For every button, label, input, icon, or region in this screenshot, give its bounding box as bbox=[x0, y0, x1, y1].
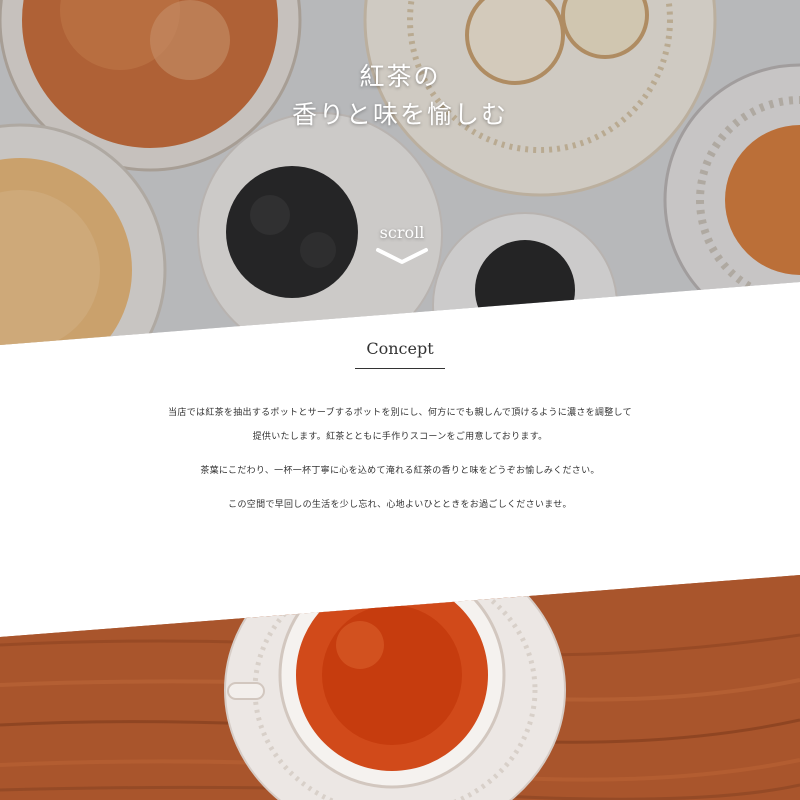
concept-paragraph-3: この空間で早回しの生活を少し忘れ、心地よいひとときをお過ごしくださいませ。 bbox=[228, 500, 572, 510]
concept-paragraph-1: 当店では紅茶を抽出するポットとサーブするポットを別にし、何方にでも親しんで頂ける… bbox=[168, 408, 632, 442]
concept-heading: Concept bbox=[355, 338, 445, 369]
concept-body: 当店では紅茶を抽出するポットとサーブするポットを別にし、何方にでも親しんで頂ける… bbox=[165, 401, 635, 517]
scroll-down-button[interactable]: scroll bbox=[360, 222, 444, 274]
scroll-label: scroll bbox=[379, 223, 425, 242]
tea-photo-section bbox=[0, 575, 800, 800]
tea-cup-photo bbox=[0, 575, 800, 800]
hero-title-line-2: 香りと味を愉しむ bbox=[291, 100, 508, 129]
concept-paragraph-2: 茶葉にこだわり、一杯一杯丁寧に心を込めて淹れる紅茶の香りと味をどうぞお愉しみくだ… bbox=[200, 466, 600, 476]
hero-title-line-1: 紅茶の bbox=[359, 62, 441, 91]
hero-title: 紅茶の 香りと味を愉しむ bbox=[0, 58, 800, 134]
chevron-down-icon bbox=[376, 248, 428, 264]
hero-overlay bbox=[0, 0, 800, 345]
hero-section: 紅茶の 香りと味を愉しむ scroll bbox=[0, 0, 800, 345]
concept-section: Concept 当店では紅茶を抽出するポットとサーブするポットを別にし、何方にで… bbox=[0, 330, 800, 590]
